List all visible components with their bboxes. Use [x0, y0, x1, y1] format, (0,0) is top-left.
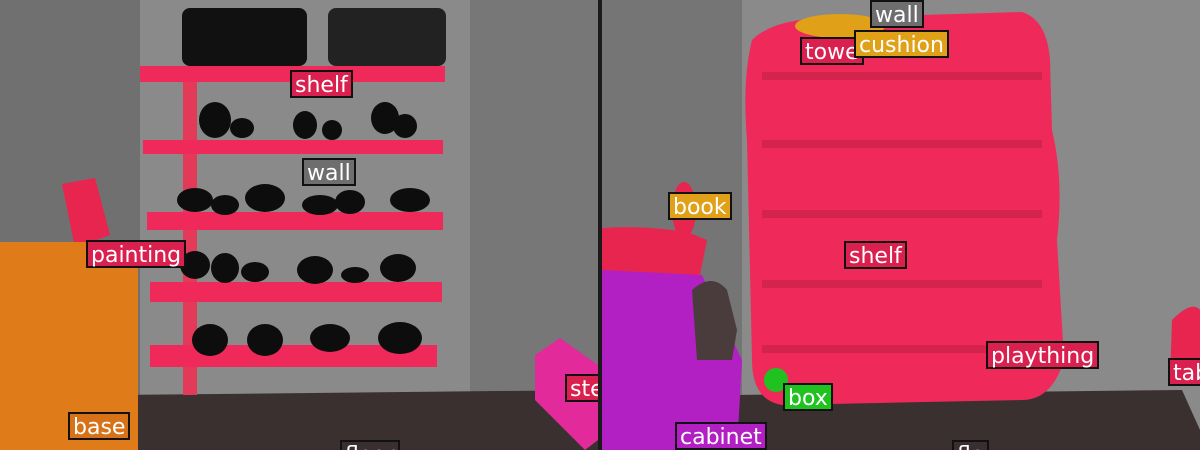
shelf-board-2 — [143, 140, 443, 154]
label-floor: flo — [952, 440, 990, 450]
bag-right — [328, 8, 446, 66]
shelf-board-3 — [147, 212, 443, 230]
label-book: book — [668, 192, 732, 220]
label-wall: wall — [870, 0, 924, 28]
book-area-region — [602, 227, 707, 275]
label-wall: wall — [302, 158, 356, 186]
label-shelf: shelf — [844, 241, 907, 269]
right-segmentation-panel: wall towe cushion book shelf plaything b… — [602, 0, 1200, 450]
label-cushion: cushion — [854, 30, 949, 58]
label-table: tab — [1168, 358, 1200, 386]
label-base: base — [68, 412, 131, 440]
label-floor: floor — [340, 440, 400, 450]
label-plaything: plaything — [986, 341, 1100, 369]
right-scene — [602, 0, 1200, 450]
label-painting: painting — [86, 240, 187, 268]
label-ste: ste — [565, 374, 598, 402]
bag-left — [182, 8, 307, 66]
shelf-board-4 — [150, 282, 442, 302]
left-scene — [0, 0, 598, 450]
label-shelf: shelf — [290, 70, 353, 98]
left-segmentation-panel: shelf wall painting base ste floor — [0, 0, 598, 450]
label-cabinet: cabinet — [675, 422, 767, 450]
label-box: box — [783, 383, 833, 411]
